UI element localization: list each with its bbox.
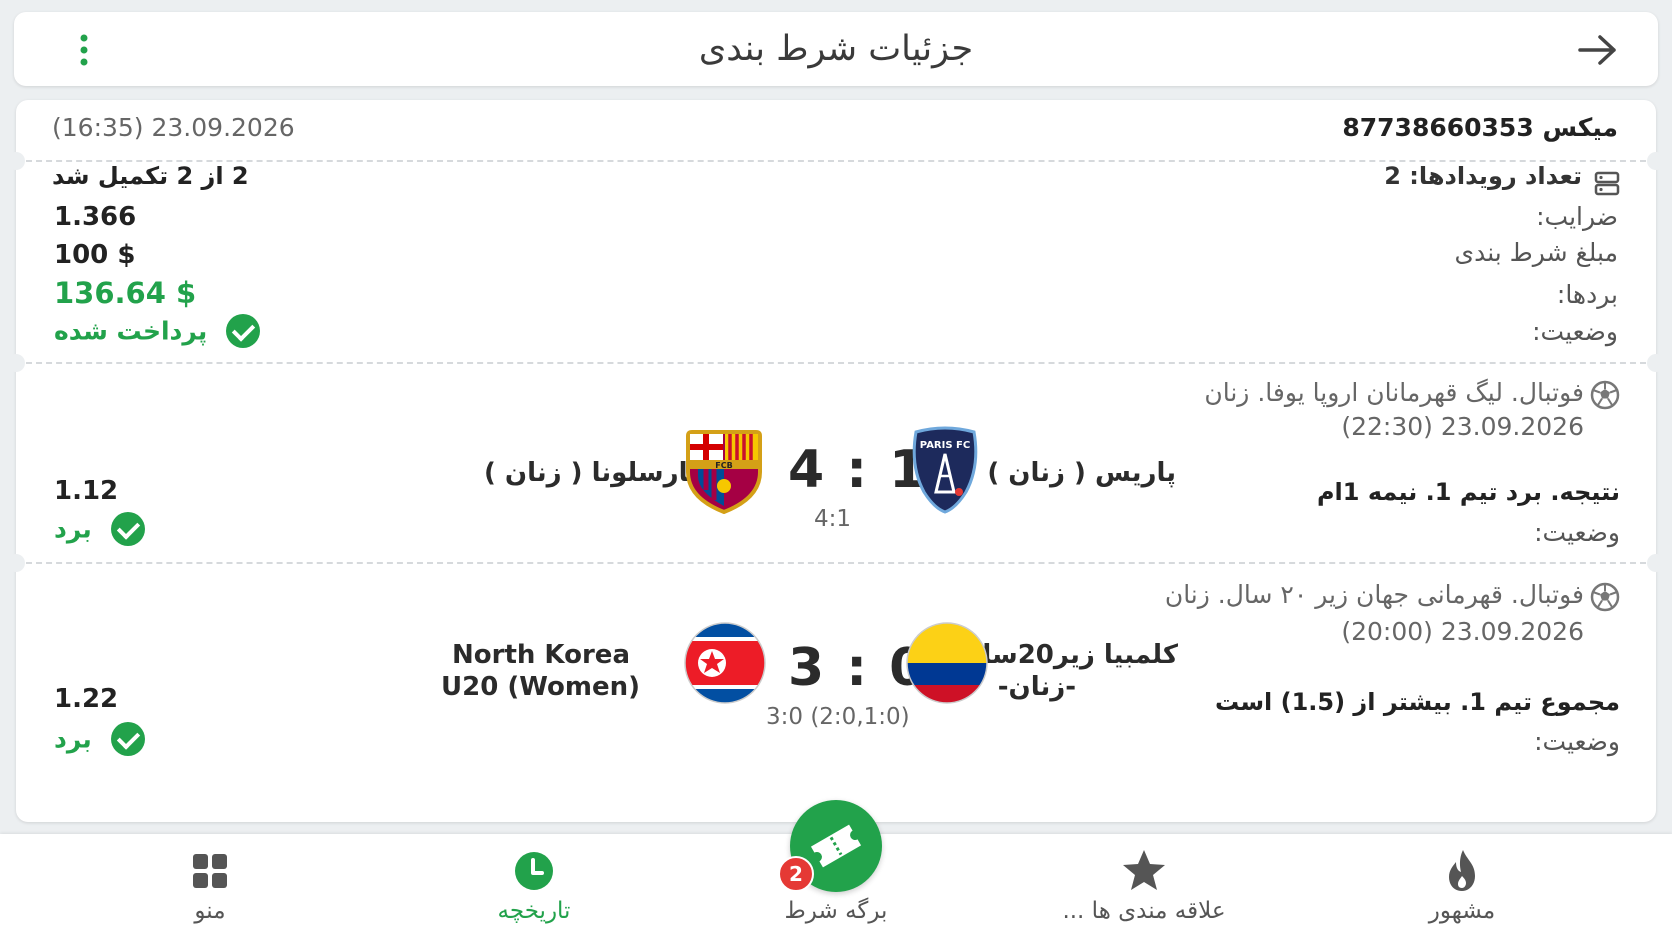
payout-status-text: پرداخت شده — [54, 316, 208, 346]
colombia-flag-icon — [906, 622, 988, 704]
clock-icon — [515, 852, 553, 890]
soccer-ball-icon — [1590, 380, 1620, 410]
odds-value: 1.366 — [54, 202, 137, 232]
home-team-name-line1: کلمبیا زیر20سال — [959, 640, 1178, 670]
final-score: 3:0 (2:0,1:0) — [766, 704, 910, 730]
nav-item-popular[interactable]: مشهور — [1332, 834, 1592, 941]
event-result-text: برد — [54, 724, 92, 754]
winnings-label: بردها: — [1556, 280, 1618, 309]
bet-datetime: (16:35) 23.09.2026 — [52, 113, 295, 142]
event-odds: 1.22 — [54, 684, 119, 714]
paris-fc-crest-text: PARIS FC — [920, 440, 970, 451]
home-team-name-line2: -زنان- — [997, 672, 1076, 702]
nav-item-label: مشهور — [1428, 898, 1496, 924]
paris-fc-crest-icon: PARIS FC — [912, 426, 978, 514]
nav-item-label: برگه شرط — [784, 898, 888, 924]
event-datetime: (22:30) 23.09.2026 — [1341, 412, 1584, 441]
league-name: فوتبال. قهرمانی جهان زیر ۲۰ سال. زنان — [1164, 580, 1584, 609]
north-korea-flag-icon — [684, 622, 766, 704]
payout-status: پرداخت شده — [54, 314, 261, 348]
check-circle-icon — [110, 512, 145, 546]
page-title: جزئیات شرط بندی — [698, 29, 974, 69]
home-team-name: پاریس ( زنان ) — [987, 458, 1176, 488]
stake-label: مبلغ شرط بندی — [1454, 238, 1618, 267]
check-circle-icon — [226, 314, 261, 348]
event-status-label: وضعیت: — [1534, 727, 1620, 756]
event-status-label: وضعیت: — [1534, 518, 1620, 547]
separator — [26, 562, 1646, 564]
league-name: فوتبال. لیگ قهرمانان اروپا یوفا. زنان — [1204, 378, 1584, 407]
events-list-icon — [1594, 171, 1620, 196]
check-circle-icon — [110, 722, 145, 756]
barcelona-crest-icon: FCB — [686, 430, 762, 514]
arrow-right-icon[interactable] — [1576, 32, 1620, 68]
barcelona-crest-text: FCB — [715, 461, 732, 470]
soccer-ball-icon — [1590, 582, 1620, 612]
nav-item-label: منو — [194, 898, 226, 924]
stake-value: 100 $ — [54, 240, 136, 270]
nav-item-menu[interactable]: منو — [80, 834, 340, 941]
event-datetime: (20:00) 23.09.2026 — [1341, 617, 1584, 646]
away-team-name-line2: U20 (Women) — [441, 672, 640, 702]
event-result-text: برد — [54, 514, 92, 544]
kebab-menu-icon[interactable] — [66, 32, 102, 68]
away-team-name: بارسلونا ( زنان ) — [484, 458, 699, 488]
nav-item-label: تاریخچه — [497, 898, 571, 924]
app-header: جزئیات شرط بندی — [14, 12, 1658, 86]
odds-label: ضرایب: — [1536, 202, 1618, 231]
star-icon — [1123, 850, 1165, 890]
events-count: تعداد رویدادها: 2 — [1384, 162, 1582, 190]
event-odds: 1.12 — [54, 476, 119, 506]
event-result: برد — [54, 722, 145, 756]
grid-icon — [193, 854, 227, 888]
bet-market: نتیجه. برد تیم 1. نیمه 1ام — [1316, 478, 1620, 506]
bet-details-card: میکس 87738660353 (16:35) 23.09.2026 تعدا… — [7, 100, 1665, 822]
nav-item-label: علاقه مندی ها ... — [1062, 898, 1226, 924]
betslip-count-badge: 2 — [778, 856, 814, 892]
bet-market: مجموع تیم 1. بیشتر از (1.5) است — [1215, 688, 1620, 716]
status-label: وضعیت: — [1532, 317, 1618, 346]
ticket-icon — [810, 824, 862, 868]
winnings-value: 136.64 $ — [54, 276, 197, 310]
nav-item-history[interactable]: تاریخچه — [404, 834, 664, 941]
separator — [26, 362, 1646, 364]
bet-type-id: میکس 87738660353 — [1342, 113, 1618, 142]
away-team-name-line1: North Korea — [452, 640, 630, 670]
nav-item-favorites[interactable]: علاقه مندی ها ... — [1014, 834, 1274, 941]
event-result: برد — [54, 512, 145, 546]
completion-status: 2 از 2 تکمیل شد — [52, 162, 249, 190]
flame-icon — [1449, 850, 1475, 891]
final-score: 4:1 — [814, 506, 852, 532]
